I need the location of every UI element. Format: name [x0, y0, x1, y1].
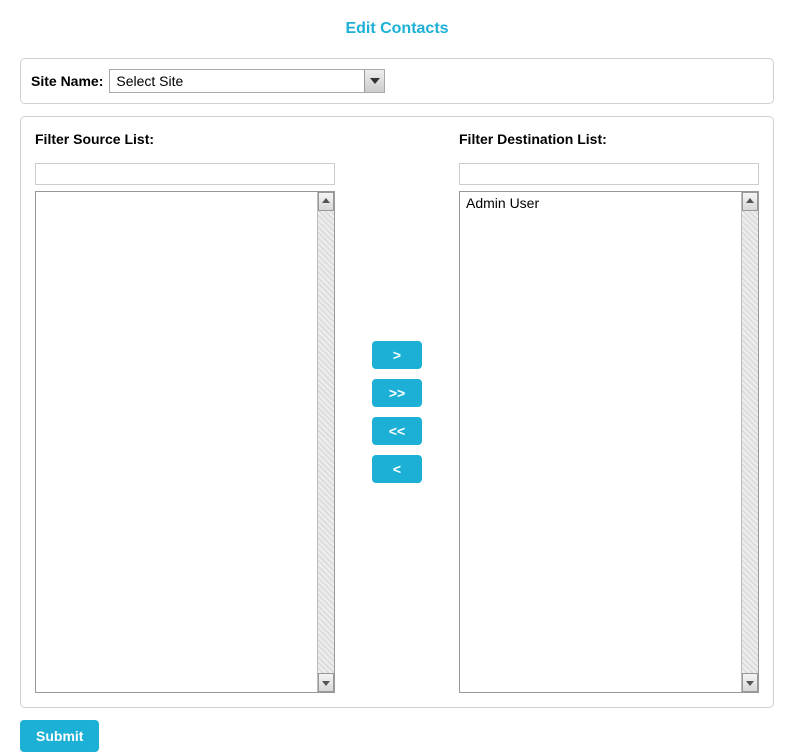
site-name-label: Site Name: — [31, 73, 103, 89]
destination-listbox[interactable]: Admin User — [460, 192, 741, 692]
move-right-button[interactable]: > — [372, 341, 422, 369]
source-filter-input[interactable] — [35, 163, 335, 185]
site-name-select[interactable]: Select Site — [109, 69, 385, 93]
transfer-controls: > >> << < — [372, 117, 422, 707]
scroll-down-icon — [746, 681, 754, 686]
page-title: Edit Contacts — [20, 20, 774, 38]
lists-panel: Filter Source List: > >> << < Filter Des… — [20, 116, 774, 708]
move-all-left-button[interactable]: << — [372, 417, 422, 445]
destination-filter-input[interactable] — [459, 163, 759, 185]
source-label: Filter Source List: — [35, 131, 335, 147]
scroll-up-icon — [322, 198, 330, 203]
move-all-right-button[interactable]: >> — [372, 379, 422, 407]
destination-listbox-wrap: Admin User — [459, 191, 759, 693]
scrollbar[interactable] — [741, 192, 758, 692]
scrollbar[interactable] — [317, 192, 334, 692]
site-selector-row: Site Name: Select Site — [20, 58, 774, 104]
source-column: Filter Source List: — [35, 131, 335, 693]
source-listbox-wrap — [35, 191, 335, 693]
scroll-down-icon — [322, 681, 330, 686]
site-select-wrap: Select Site — [109, 69, 385, 93]
scroll-up-icon — [746, 198, 754, 203]
source-listbox[interactable] — [36, 192, 317, 692]
destination-label: Filter Destination List: — [459, 131, 759, 147]
move-left-button[interactable]: < — [372, 455, 422, 483]
destination-column: Filter Destination List: Admin User — [459, 131, 759, 693]
list-item[interactable]: Admin User — [464, 194, 737, 212]
submit-button[interactable]: Submit — [20, 720, 99, 752]
